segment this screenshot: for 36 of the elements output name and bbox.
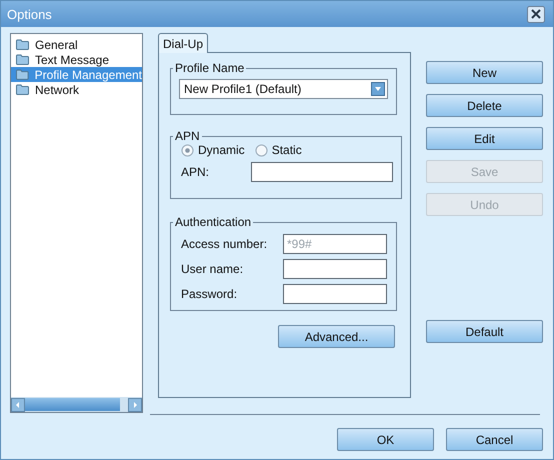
window-title: Options bbox=[7, 6, 52, 22]
group-label: Profile Name bbox=[174, 61, 246, 75]
action-button[interactable]: Edit bbox=[426, 127, 543, 150]
group-label: Authentication bbox=[174, 215, 252, 229]
action-button[interactable]: Delete bbox=[426, 94, 543, 117]
input-field[interactable]: *99# bbox=[283, 234, 387, 254]
radio-icon[interactable] bbox=[254, 144, 268, 156]
dialog-button[interactable]: Cancel bbox=[446, 428, 543, 451]
dialog-button[interactable]: OK bbox=[337, 428, 434, 451]
field-label: User name: bbox=[180, 262, 244, 276]
radio-option[interactable]: Static bbox=[254, 143, 302, 157]
input-field[interactable] bbox=[283, 259, 387, 279]
input-field[interactable] bbox=[283, 284, 387, 304]
radio-option[interactable]: Dynamic bbox=[181, 143, 245, 157]
default-button[interactable]: Default bbox=[426, 320, 543, 343]
group-label: APN bbox=[174, 129, 201, 143]
scroll-right-icon[interactable] bbox=[128, 398, 142, 412]
tree-item[interactable]: General bbox=[11, 37, 142, 52]
advanced-button[interactable]: Advanced... bbox=[278, 325, 395, 348]
field-label: Password: bbox=[180, 287, 238, 301]
folder-icon bbox=[16, 69, 29, 80]
folder-icon bbox=[16, 84, 29, 95]
folder-icon bbox=[16, 54, 29, 65]
tab[interactable]: Dial-Up bbox=[158, 33, 208, 53]
apn-field[interactable] bbox=[251, 162, 393, 182]
horizontal-scrollbar[interactable] bbox=[11, 397, 142, 412]
tree-item[interactable]: Text Message bbox=[11, 52, 142, 67]
radio-icon[interactable] bbox=[181, 144, 194, 156]
field-label: APN: bbox=[180, 165, 210, 179]
scroll-left-icon[interactable] bbox=[11, 398, 25, 412]
profile-dropdown[interactable]: New Profile1 (Default) bbox=[179, 79, 388, 99]
folder-icon bbox=[16, 39, 29, 50]
field-label: Access number: bbox=[180, 237, 268, 251]
action-button[interactable]: New bbox=[426, 61, 543, 84]
close-icon[interactable] bbox=[527, 6, 545, 22]
tree-item[interactable]: Network bbox=[11, 82, 142, 97]
